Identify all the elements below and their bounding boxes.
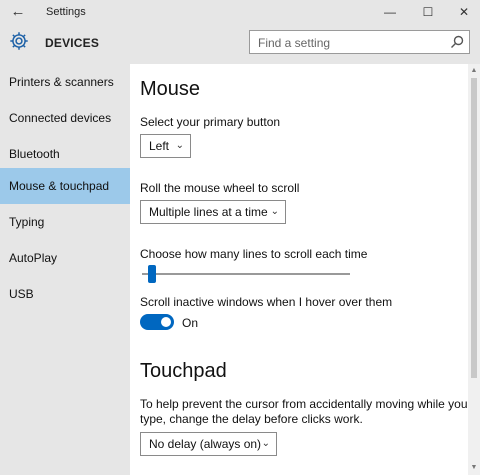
search-input[interactable]: Find a setting	[249, 30, 470, 54]
touchpad-delay-value: No delay (always on)	[149, 437, 262, 451]
scrollbar-thumb[interactable]	[471, 78, 477, 378]
sidebar-item-usb[interactable]: USB	[0, 276, 130, 312]
inactive-scroll-state: On	[182, 316, 199, 330]
title-bar: ← Settings — ☐ ✕	[0, 0, 480, 24]
primary-button-value: Left	[149, 139, 170, 153]
touchpad-delay-dropdown[interactable]: No delay (always on) ⌄	[140, 432, 277, 456]
sidebar-item-connected-devices[interactable]: Connected devices	[0, 100, 130, 136]
scroll-up-icon[interactable]: ▲	[468, 66, 480, 76]
touchpad-heading: Touchpad	[140, 360, 227, 382]
sidebar-item-autoplay[interactable]: AutoPlay	[0, 240, 130, 276]
scroll-wheel-label: Roll the mouse wheel to scroll	[140, 181, 300, 195]
chevron-down-icon: ⌄	[270, 206, 279, 217]
scroll-wheel-value: Multiple lines at a time	[149, 205, 268, 219]
touchpad-desc-line1: To help prevent the cursor from accident…	[140, 397, 468, 411]
primary-button-dropdown[interactable]: Left ⌄	[140, 134, 191, 158]
sidebar-item-typing[interactable]: Typing	[0, 204, 130, 240]
scroll-lines-label: Choose how many lines to scroll each tim…	[140, 247, 368, 261]
scroll-down-icon[interactable]: ▼	[468, 463, 480, 473]
chevron-down-icon: ⌄	[175, 140, 184, 151]
search-placeholder: Find a setting	[258, 36, 331, 50]
scroll-lines-slider-track[interactable]	[142, 273, 350, 275]
chevron-down-icon: ⌄	[261, 438, 270, 449]
scrollbar[interactable]: ▲ ▼	[468, 64, 480, 475]
primary-button-label: Select your primary button	[140, 115, 281, 129]
sidebar-item-mouse-touchpad[interactable]: Mouse & touchpad	[0, 168, 130, 204]
sidebar-item-bluetooth[interactable]: Bluetooth	[0, 136, 130, 172]
back-arrow-icon[interactable]: ←	[8, 3, 28, 21]
scroll-lines-slider-thumb[interactable]	[148, 265, 156, 283]
section-title: DEVICES	[45, 36, 100, 50]
maximize-button[interactable]: ☐	[412, 0, 444, 24]
minimize-button[interactable]: —	[374, 0, 406, 24]
mouse-heading: Mouse	[140, 78, 201, 100]
search-icon[interactable]	[449, 34, 465, 50]
settings-header: DEVICES Find a setting	[0, 24, 480, 64]
touchpad-desc-line2: type, change the delay before clicks wor…	[140, 412, 363, 426]
close-button[interactable]: ✕	[448, 0, 480, 24]
window-title: Settings	[46, 6, 86, 18]
gear-icon	[10, 32, 28, 50]
toggle-knob	[161, 317, 171, 327]
sidebar-item-printers-scanners[interactable]: Printers & scanners	[0, 64, 130, 100]
scroll-wheel-dropdown[interactable]: Multiple lines at a time ⌄	[140, 200, 286, 224]
inactive-scroll-toggle[interactable]	[140, 314, 174, 330]
main-content: Mouse Select your primary button Left ⌄ …	[130, 64, 468, 475]
inactive-scroll-label: Scroll inactive windows when I hover ove…	[140, 295, 393, 309]
